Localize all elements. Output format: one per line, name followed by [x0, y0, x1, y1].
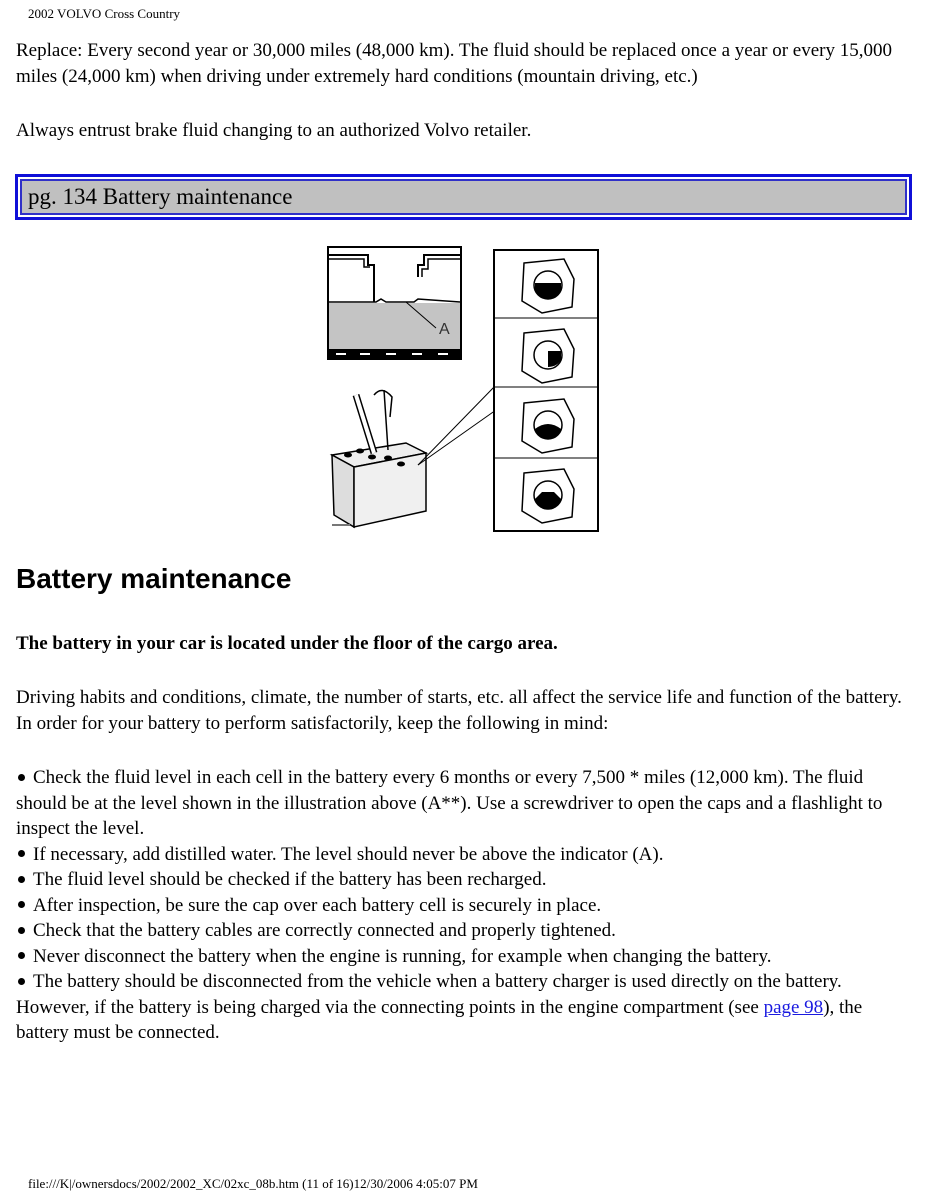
list-item: Never disconnect the battery when the en… — [16, 944, 916, 970]
section-heading: Battery maintenance — [16, 563, 292, 594]
page-98-link[interactable]: page 98 — [764, 997, 824, 1018]
cell-cross-section: A — [327, 246, 462, 360]
section-bar: pg. 134 Battery maintenance — [15, 174, 912, 220]
bullet-icon — [18, 773, 25, 781]
battery-body — [329, 389, 429, 529]
bullet-icon — [18, 926, 25, 934]
cap-inspection-panel — [493, 249, 599, 532]
bullet-icon — [18, 977, 25, 985]
bullet-icon — [18, 952, 25, 960]
list-item: Check the fluid level in each cell in th… — [16, 767, 883, 839]
list-item: Check that the battery cables are correc… — [16, 918, 916, 944]
list-item: The battery should be disconnected from … — [16, 971, 863, 1043]
section-bar-label: pg. 134 Battery maintenance — [20, 179, 907, 215]
document-header-title: 2002 VOLVO Cross Country — [28, 6, 181, 21]
battery-location-text: The battery in your car is located under… — [16, 633, 558, 654]
document-footer-path: file:///K|/ownersdocs/2002/2002_XC/02xc_… — [28, 1176, 478, 1191]
list-item: The fluid level should be checked if the… — [16, 867, 916, 893]
bullet-icon — [18, 901, 25, 909]
driving-habits-paragraph: Driving habits and conditions, climate, … — [16, 687, 902, 734]
maintenance-checklist: Check the fluid level in each cell in th… — [16, 765, 916, 1046]
bullet-icon — [18, 875, 25, 883]
entrust-paragraph: Always entrust brake fluid changing to a… — [16, 120, 532, 141]
indicator-label-a: A — [439, 321, 450, 338]
bullet-icon — [18, 850, 25, 858]
replace-paragraph: Replace: Every second year or 30,000 mil… — [16, 40, 892, 87]
list-item: If necessary, add distilled water. The l… — [16, 842, 916, 868]
battery-illustration: A — [327, 246, 599, 532]
list-item: After inspection, be sure the cap over e… — [16, 893, 916, 919]
